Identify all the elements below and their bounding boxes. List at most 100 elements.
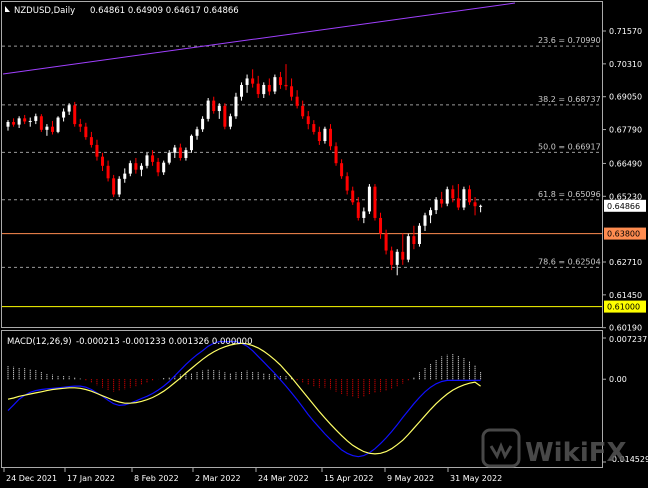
candle-body bbox=[106, 165, 110, 179]
candle-body bbox=[423, 215, 427, 226]
candle-body bbox=[134, 163, 138, 170]
candle-body bbox=[445, 189, 449, 204]
fib-label-23-6: 23.6 = 0.70990 bbox=[538, 36, 601, 45]
candle-body bbox=[228, 116, 232, 127]
candle-body bbox=[290, 86, 294, 97]
macd-axis-label: 0.007237 bbox=[609, 335, 647, 344]
symbol-header: NZDUSD,Daily 0.64861 0.64909 0.64617 0.6… bbox=[5, 6, 239, 16]
time-tick-label: 9 May 2022 bbox=[387, 474, 434, 483]
candle-body bbox=[95, 144, 99, 157]
price-tick-label: 0.69050 bbox=[609, 93, 642, 102]
candle-body bbox=[56, 117, 60, 132]
candle-body bbox=[178, 147, 182, 158]
price-tick-label: 0.62710 bbox=[609, 258, 642, 267]
macd-label: MACD(12,26,9) bbox=[7, 337, 72, 347]
ohlc-values: 0.64861 0.64909 0.64617 0.64866 bbox=[90, 6, 239, 16]
candle-body bbox=[245, 78, 249, 85]
candle-body bbox=[267, 84, 271, 92]
fib-label-50-0: 50.0 = 0.66917 bbox=[538, 142, 601, 151]
candle-body bbox=[384, 233, 388, 251]
time-tick-label: 24 Dec 2021 bbox=[6, 474, 57, 483]
candle-body bbox=[356, 202, 360, 218]
candle-body bbox=[23, 118, 27, 122]
current-price-label: 0.64866 bbox=[607, 202, 640, 211]
candle-body bbox=[240, 84, 244, 97]
candle-body bbox=[362, 211, 366, 218]
candle-body bbox=[462, 189, 466, 208]
candle-body bbox=[323, 128, 327, 142]
candle-body bbox=[112, 178, 116, 195]
macd-header: MACD(12,26,9) -0.000213 -0.001233 0.0013… bbox=[7, 337, 252, 347]
candle-body bbox=[139, 165, 143, 170]
candle-body bbox=[234, 96, 238, 117]
time-tick-label: 24 Mar 2022 bbox=[258, 474, 309, 483]
candle-body bbox=[89, 137, 93, 145]
time-tick-label: 2 Mar 2022 bbox=[195, 474, 241, 483]
price-tick-label: 0.67790 bbox=[609, 126, 642, 135]
candle-body bbox=[390, 250, 394, 265]
fib-label-61-8: 61.8 = 0.65096 bbox=[538, 190, 601, 199]
candle-body bbox=[278, 77, 282, 85]
candle-body bbox=[417, 225, 421, 245]
price-tick-label: 0.70310 bbox=[609, 60, 642, 69]
price-tick-label: 0.66490 bbox=[609, 159, 642, 168]
time-tick-label: 8 Feb 2022 bbox=[134, 474, 179, 483]
candle-body bbox=[467, 189, 471, 203]
macd-axis-label: 0.00 bbox=[609, 375, 627, 384]
price-tick-label: 0.60190 bbox=[609, 324, 642, 333]
candle-body bbox=[184, 150, 188, 158]
candle-body bbox=[395, 251, 399, 265]
candle-body bbox=[456, 198, 460, 208]
candle-body bbox=[256, 83, 260, 95]
chart-canvas: 23.6 = 0.70990 38.2 = 0.68737 50.0 = 0.669… bbox=[0, 0, 648, 488]
candle-body bbox=[429, 210, 433, 216]
candle-body bbox=[212, 100, 216, 112]
fib-label-38-2: 38.2 = 0.68737 bbox=[538, 95, 601, 104]
candle-body bbox=[84, 126, 88, 138]
candle-body bbox=[284, 84, 288, 87]
price-tick-label: 0.71570 bbox=[609, 27, 642, 36]
candle-body bbox=[473, 202, 477, 207]
candle-body bbox=[50, 126, 54, 132]
candle-body bbox=[367, 186, 371, 212]
support-price-1-label: 0.63800 bbox=[607, 230, 640, 239]
candle-body bbox=[34, 116, 38, 121]
candle-body bbox=[217, 105, 221, 112]
candle-body bbox=[223, 105, 227, 127]
candle-body bbox=[328, 128, 332, 147]
candle-body bbox=[17, 118, 21, 125]
candle-body bbox=[45, 126, 49, 130]
candle-body bbox=[345, 176, 349, 191]
candle-body bbox=[117, 178, 121, 195]
support-price-2-label: 0.61000 bbox=[607, 303, 640, 312]
candle-body bbox=[145, 155, 149, 166]
candle-body bbox=[67, 105, 71, 112]
candle-body bbox=[301, 105, 305, 117]
candle-body bbox=[379, 217, 383, 234]
candle-body bbox=[401, 251, 405, 260]
candle-body bbox=[173, 147, 177, 153]
candle-body bbox=[73, 105, 77, 125]
candle-body bbox=[123, 173, 127, 179]
candle-body bbox=[78, 124, 82, 127]
candle-body bbox=[206, 100, 210, 119]
candle-body bbox=[306, 116, 310, 125]
candle-body bbox=[262, 84, 266, 95]
candle-body bbox=[373, 186, 377, 218]
candle-body bbox=[273, 77, 277, 92]
candle-body bbox=[167, 152, 171, 163]
fib-label-78-6: 78.6 = 0.62504 bbox=[538, 257, 601, 266]
candle-body bbox=[340, 163, 344, 177]
candle-body bbox=[312, 124, 316, 132]
candle-body bbox=[6, 121, 10, 127]
candle-body bbox=[28, 120, 32, 122]
macd-values: -0.000213 -0.001233 0.001326 0.000000 bbox=[76, 337, 252, 347]
candle-body bbox=[62, 111, 66, 118]
candle-body bbox=[479, 205, 483, 207]
candle-body bbox=[295, 96, 299, 106]
background bbox=[0, 0, 648, 488]
candle-body bbox=[201, 118, 205, 130]
symbol-label: NZDUSD,Daily bbox=[14, 6, 75, 16]
candle-body bbox=[156, 161, 160, 173]
candle-body bbox=[317, 131, 321, 142]
